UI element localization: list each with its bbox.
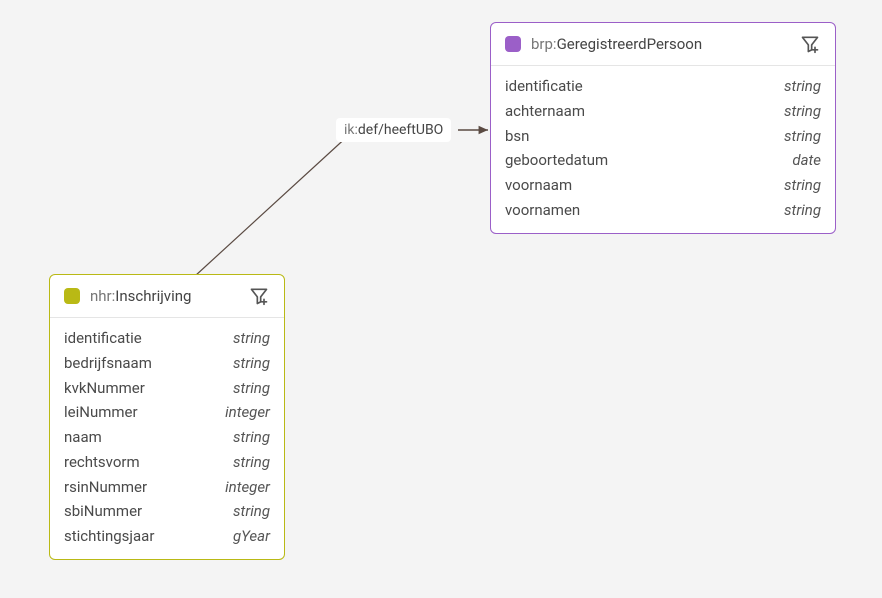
- filter-icon: [800, 34, 820, 54]
- node-brp-prefix: brp:: [531, 35, 557, 53]
- attr-row: rsinNummerinteger: [64, 475, 270, 500]
- attr-row: naamstring: [64, 425, 270, 450]
- attr-row: identificatiestring: [505, 74, 821, 99]
- attr-row: sbiNummerstring: [64, 499, 270, 524]
- attr-row: identificatiestring: [64, 326, 270, 351]
- node-brp[interactable]: brp:GeregistreerdPersoon identificatiest…: [490, 22, 836, 234]
- attr-row: stichtingsjaargYear: [64, 524, 270, 549]
- edge-name: def/heeftUBO: [358, 122, 443, 138]
- edge-prefix: ik:: [344, 122, 358, 138]
- filter-add-button[interactable]: [248, 285, 270, 307]
- node-brp-title: brp:GeregistreerdPersoon: [531, 35, 702, 53]
- node-brp-attrs: identificatiestring achternaamstring bsn…: [491, 66, 835, 233]
- node-nhr[interactable]: nhr:Inschrijving identificatiestring bed…: [49, 274, 285, 560]
- attr-row: voornamenstring: [505, 198, 821, 223]
- attr-row: rechtsvormstring: [64, 450, 270, 475]
- prefix-badge-icon: [505, 36, 521, 52]
- attr-row: bsnstring: [505, 124, 821, 149]
- node-nhr-prefix: nhr:: [90, 287, 115, 305]
- node-brp-header: brp:GeregistreerdPersoon: [491, 23, 835, 66]
- attr-row: leiNummerinteger: [64, 400, 270, 425]
- filter-add-button[interactable]: [799, 33, 821, 55]
- attr-row: achternaamstring: [505, 99, 821, 124]
- attr-row: bedrijfsnaamstring: [64, 351, 270, 376]
- attr-row: geboortedatumdate: [505, 148, 821, 173]
- node-brp-name: GeregistreerdPersoon: [557, 35, 703, 53]
- edge-label: ik:def/heeftUBO: [336, 118, 451, 142]
- prefix-badge-icon: [64, 288, 80, 304]
- attr-row: kvkNummerstring: [64, 376, 270, 401]
- node-nhr-attrs: identificatiestring bedrijfsnaamstring k…: [50, 318, 284, 559]
- node-nhr-name: Inschrijving: [115, 287, 191, 305]
- node-nhr-header: nhr:Inschrijving: [50, 275, 284, 318]
- attr-row: voornaamstring: [505, 173, 821, 198]
- node-nhr-title: nhr:Inschrijving: [90, 287, 191, 305]
- filter-icon: [249, 286, 269, 306]
